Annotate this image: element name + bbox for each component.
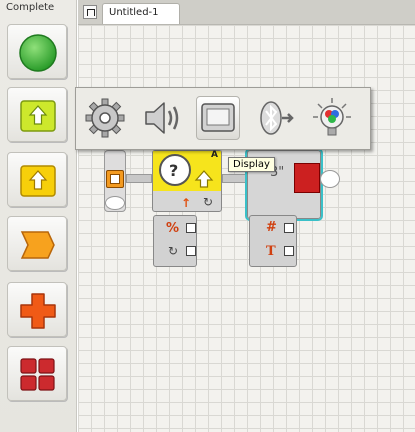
flag-icon: [20, 231, 55, 259]
tab-label: Untitled-1: [109, 7, 159, 18]
display-icon: [201, 103, 235, 132]
plus-icon: [20, 293, 56, 329]
move-block[interactable]: A ? ↑ ↻: [152, 150, 222, 212]
tab-bar: Untitled-1: [78, 0, 415, 25]
sensor-palette-button[interactable]: [7, 152, 67, 207]
start-block-icon[interactable]: [106, 170, 124, 188]
percent-icon: %: [166, 221, 180, 236]
palette-title: Complete: [6, 2, 55, 13]
gear-icon: [85, 98, 125, 138]
action-palette-button[interactable]: [7, 87, 67, 142]
green-circle-icon: [19, 34, 57, 72]
flow-palette-button[interactable]: [7, 216, 67, 271]
common-palette-button[interactable]: [7, 24, 67, 79]
speaker-icon: [145, 102, 179, 134]
advanced-palette-button[interactable]: [7, 346, 67, 401]
move-block-port: A: [211, 150, 218, 160]
motor-block-button[interactable]: [83, 96, 127, 140]
plug-icon: [284, 223, 294, 233]
move-block-data-hub[interactable]: % ↻: [153, 215, 197, 267]
plug-icon: [284, 246, 294, 256]
display-tooltip: Display: [228, 157, 275, 172]
loop-block-red-panel: [294, 163, 320, 193]
svg-text:?: ?: [169, 161, 178, 180]
text-icon: T: [266, 244, 276, 259]
tab-untitled-1[interactable]: Untitled-1: [102, 3, 180, 24]
sequence-beam-end: [105, 196, 125, 210]
plug-icon: [186, 246, 196, 256]
action-subpalette: [75, 87, 371, 150]
palette-sidebar: Complete: [0, 0, 77, 432]
plug-icon: [186, 223, 196, 233]
up-arrow-icon: [20, 100, 56, 132]
rotate-icon: ↻: [168, 244, 179, 258]
document-icon[interactable]: [83, 5, 97, 19]
lightbulb-icon: [313, 98, 351, 136]
loop-block-data-hub[interactable]: # T: [249, 215, 297, 267]
sequence-beam: [126, 174, 152, 183]
bluetooth-icon: [260, 101, 294, 135]
number-icon: #: [266, 220, 277, 235]
sequence-beam-end: [320, 170, 340, 188]
direction-up-icon: ↑: [181, 196, 192, 210]
sequence-beam: [222, 174, 248, 183]
data-palette-button[interactable]: [7, 282, 67, 337]
sound-block-button[interactable]: [140, 96, 184, 140]
wait-clock-icon: ?: [159, 154, 191, 186]
lamp-block-button[interactable]: [310, 96, 354, 140]
up-arrow-icon: [20, 165, 56, 197]
rotate-icon: ↻: [203, 195, 214, 209]
up-arrow-icon: [194, 170, 214, 188]
display-block-button[interactable]: [196, 96, 240, 140]
send-message-block-button[interactable]: [254, 96, 298, 140]
four-squares-icon: [20, 358, 55, 391]
